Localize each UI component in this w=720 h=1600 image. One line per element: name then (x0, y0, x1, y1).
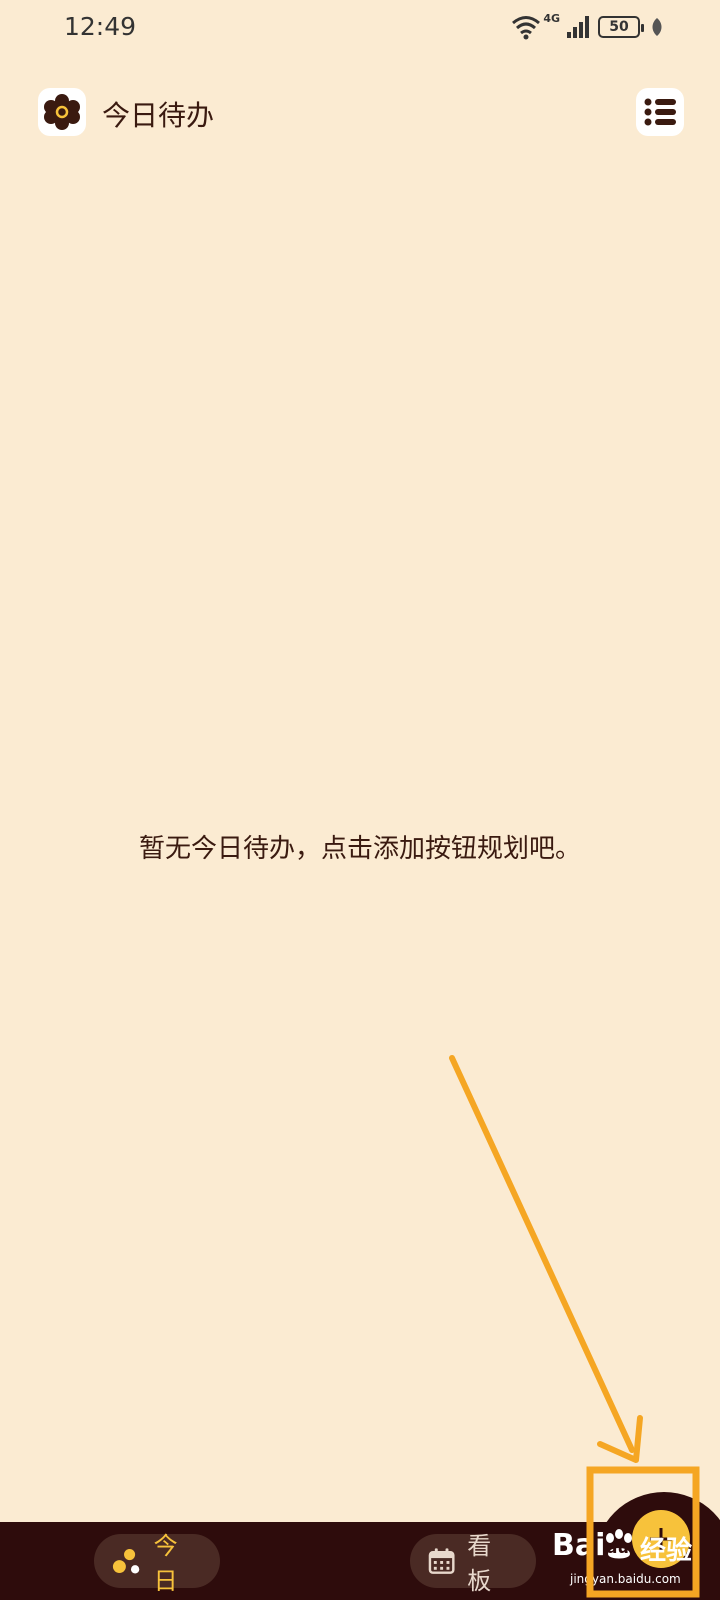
tab-today-label: 今日 (153, 1532, 178, 1595)
header: 今日待办 (38, 88, 684, 136)
tab-today[interactable]: 今日 (94, 1532, 220, 1595)
battery-icon: 50 (598, 16, 644, 38)
annotation-arrowhead (597, 1415, 643, 1463)
wifi-icon (512, 16, 541, 40)
status-time: 12:49 (64, 12, 137, 41)
network-type: 4G (543, 12, 560, 25)
watermark-brand-right: 经验 (640, 1536, 693, 1566)
signal-icon (567, 16, 589, 38)
app-logo[interactable] (38, 88, 86, 136)
battery-level: 50 (609, 19, 629, 35)
watermark-brand-du: du (606, 1538, 629, 1557)
dots-icon (112, 1548, 140, 1574)
baidu-watermark: Bai du 经验 jingyan.baidu.com (552, 1524, 720, 1596)
tab-board-label: 看板 (467, 1532, 492, 1595)
leaf-icon (652, 18, 662, 36)
tab-board[interactable]: 看板 (410, 1532, 536, 1595)
status-icons: 4G 50 (511, 12, 664, 42)
calendar-icon (428, 1548, 455, 1574)
flower-icon (44, 94, 80, 130)
menu-button[interactable] (636, 88, 684, 136)
watermark-url: jingyan.baidu.com (570, 1572, 681, 1586)
annotation-arrow (449, 1055, 635, 1453)
page-title: 今日待办 (102, 99, 215, 132)
list-icon (644, 98, 676, 126)
watermark-brand-left: Bai (552, 1528, 606, 1563)
status-bar: 12:49 4G 50 (0, 0, 720, 56)
empty-state-message: 暂无今日待办，点击添加按钮规划吧。 (138, 834, 581, 864)
annotation-overlay (449, 1055, 700, 1598)
